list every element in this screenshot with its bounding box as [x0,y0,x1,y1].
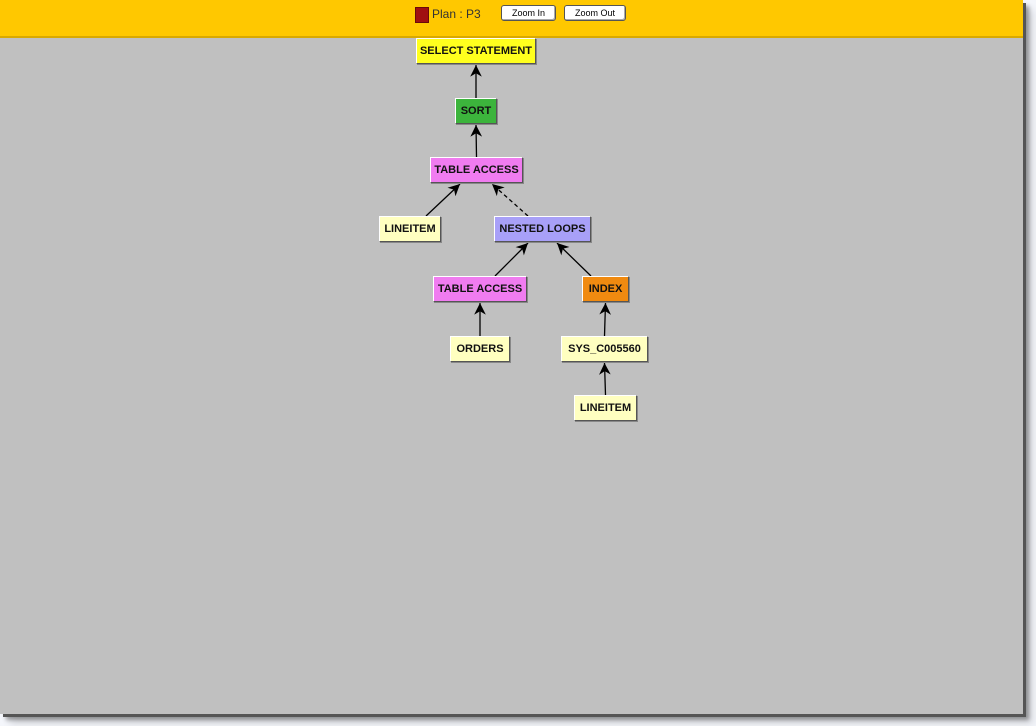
node-label: INDEX [588,283,623,295]
node-orders[interactable]: ORDERS [450,336,510,362]
edge-nested_loops-to-table_access_1 [491,183,529,217]
node-label: LINEITEM [579,402,632,414]
node-table-access[interactable]: TABLE ACCESS [430,157,523,183]
node-sort[interactable]: SORT [455,98,497,124]
node-index[interactable]: INDEX [582,276,629,302]
node-lineitem[interactable]: LINEITEM [574,395,637,421]
node-lineitem[interactable]: LINEITEM [379,216,441,242]
plan-viewer-window: Plan : P3 Zoom In Zoom Out SELECT STATEM… [0,0,1023,714]
node-label: SELECT STATEMENT [419,45,533,57]
edge-table_access_1-to-sort [470,124,483,158]
node-label: SYS_C005560 [568,343,641,355]
node-label: NESTED LOOPS [499,223,586,235]
edge-table_access_2-to-nested_loops [494,242,529,277]
edge-sys_c005560-to-index [599,302,611,337]
node-sys-c005560[interactable]: SYS_C005560 [561,336,648,362]
node-label: TABLE ACCESS [434,164,519,176]
node-select-statement[interactable]: SELECT STATEMENT [416,38,536,64]
edge-lineitem_1-to-table_access_1 [425,183,461,217]
edges-layer [425,65,611,396]
node-table-access[interactable]: TABLE ACCESS [433,276,527,302]
node-nested-loops[interactable]: NESTED LOOPS [494,216,591,242]
node-label: SORT [460,105,492,117]
node-label: ORDERS [456,343,504,355]
edge-index-to-nested_loops [556,242,592,277]
node-label: TABLE ACCESS [437,283,523,295]
edge-lineitem_2-to-sys_c005560 [599,362,611,396]
node-label: LINEITEM [384,223,436,235]
